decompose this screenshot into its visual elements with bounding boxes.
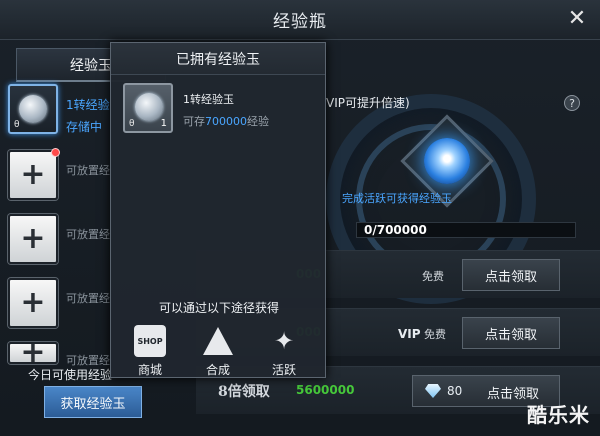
owned-jade-slot[interactable]: θ 1 [123, 83, 173, 133]
close-icon[interactable]: ✕ [564, 6, 590, 32]
lock-icon: θ [129, 119, 135, 129]
progress-text: 0/700000 [364, 223, 427, 237]
shop-icon: SHOP [134, 325, 166, 357]
jade-slot-5[interactable]: + [8, 342, 58, 364]
orb-display [286, 88, 586, 304]
owned-jade-popup: 已拥有经验玉 θ 1 1转经验玉 可存700000经验 可以通过以下途径获得 S… [110, 42, 326, 378]
free-label: 免费 [424, 328, 447, 341]
lock-icon: θ [14, 120, 20, 130]
title-bar: 经验瓶 ✕ [0, 0, 600, 40]
popup-title: 已拥有经验玉 [111, 43, 325, 75]
plus-icon: + [20, 342, 46, 364]
slot-3-hint: 可放置经 [66, 228, 110, 241]
experience-orb-icon [424, 138, 470, 184]
plus-icon: + [20, 285, 46, 320]
source-label: 活跃 [271, 363, 296, 377]
item-capacity: 可存700000经验 [183, 113, 269, 129]
jade-slot-1[interactable]: θ [8, 84, 58, 134]
source-combine[interactable]: 合成 [195, 325, 241, 378]
item-name: 1转经验玉 [183, 93, 234, 106]
plus-icon: + [20, 221, 46, 256]
jade-slot-2[interactable]: + [8, 148, 60, 200]
capacity-value: 700000 [205, 115, 247, 128]
notification-dot [51, 148, 60, 157]
claim-button[interactable]: 点击领取 [462, 259, 560, 291]
jade-slot-4[interactable]: + [8, 278, 58, 328]
orb-caption: 完成活跃可获得经验玉 [342, 192, 452, 205]
diamond-icon [425, 384, 441, 398]
vip-speed-title: VIP可提升倍速) [326, 96, 410, 110]
source-label: 合成 [205, 363, 230, 377]
plus-icon: + [20, 157, 46, 192]
claim-button[interactable]: 点击领取 [462, 317, 560, 349]
jade-icon [135, 93, 163, 121]
row-price: 免费 [422, 270, 444, 283]
window-title: 经验瓶 [273, 12, 327, 32]
slot-1-status: 存储中 [66, 120, 103, 134]
today-usable-label: 今日可使用经验 [28, 368, 113, 382]
slot-2-hint: 可放置经 [66, 164, 110, 177]
source-shop[interactable]: SHOP 商城 [127, 325, 173, 378]
row-price: VIP 免费 [398, 326, 446, 342]
row-multiplier: 8倍领取 [218, 384, 270, 400]
activity-icon: ✦ [273, 327, 295, 355]
obtain-via-text: 可以通过以下途径获得 [158, 301, 279, 315]
combine-icon [202, 325, 234, 357]
vip-label: VIP [398, 327, 421, 341]
watermark-logo: 酷乐米 [527, 403, 590, 427]
help-icon[interactable]: ? [564, 95, 580, 111]
capacity-suffix: 经验 [247, 115, 269, 128]
diamond-cost: 80 [447, 384, 463, 398]
source-label: 商城 [137, 363, 162, 377]
capacity-prefix: 可存 [183, 115, 205, 128]
jade-slot-3[interactable]: + [8, 214, 58, 264]
get-jade-button[interactable]: 获取经验玉 [44, 386, 142, 418]
jade-icon [19, 95, 47, 123]
slot-4-hint: 可放置经 [66, 292, 110, 305]
item-count: 1 [160, 118, 167, 129]
source-activity[interactable]: ✦ 活跃 [261, 325, 307, 378]
slot-1-title: 1转经验 [66, 98, 110, 112]
experience-bottle-window: 经验瓶 ✕ 经验玉 θ 1转经验 存储中 + 可放置经 + 可放置经 + 可放置… [0, 0, 600, 436]
row-amount: 5600000 [296, 383, 355, 397]
